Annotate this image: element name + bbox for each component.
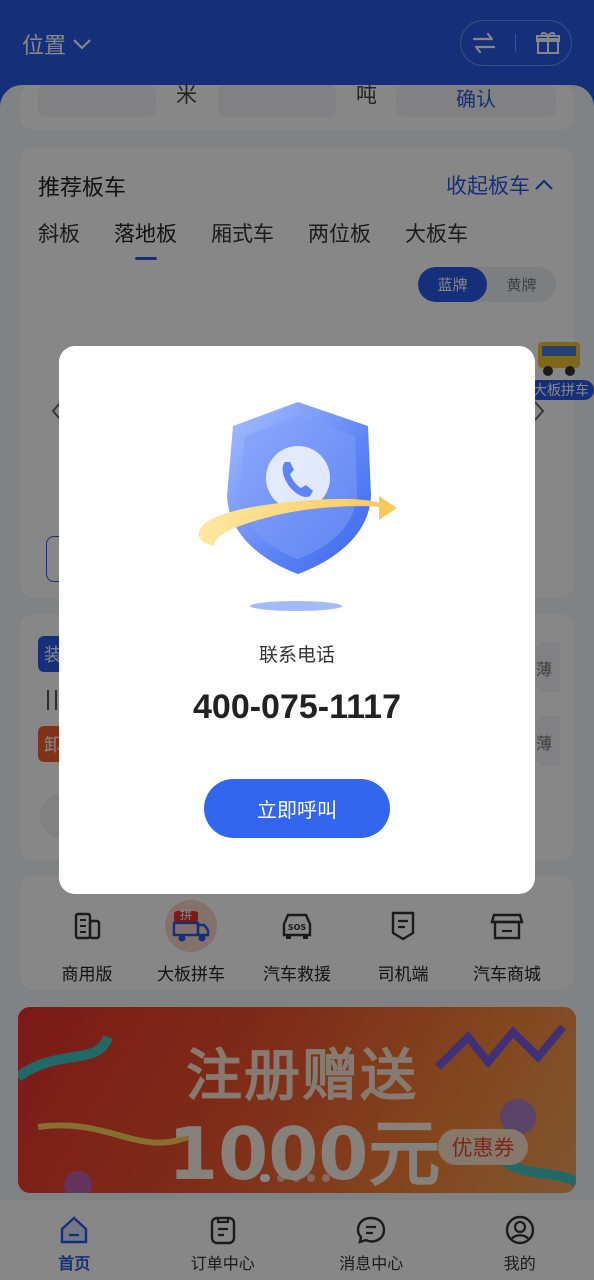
contact-label: 联系电话 <box>258 644 335 666</box>
call-now-button[interactable]: 立即呼叫 <box>204 779 390 838</box>
contact-phone: 400-075-1117 <box>193 688 401 726</box>
shield-phone-icon <box>198 402 397 611</box>
